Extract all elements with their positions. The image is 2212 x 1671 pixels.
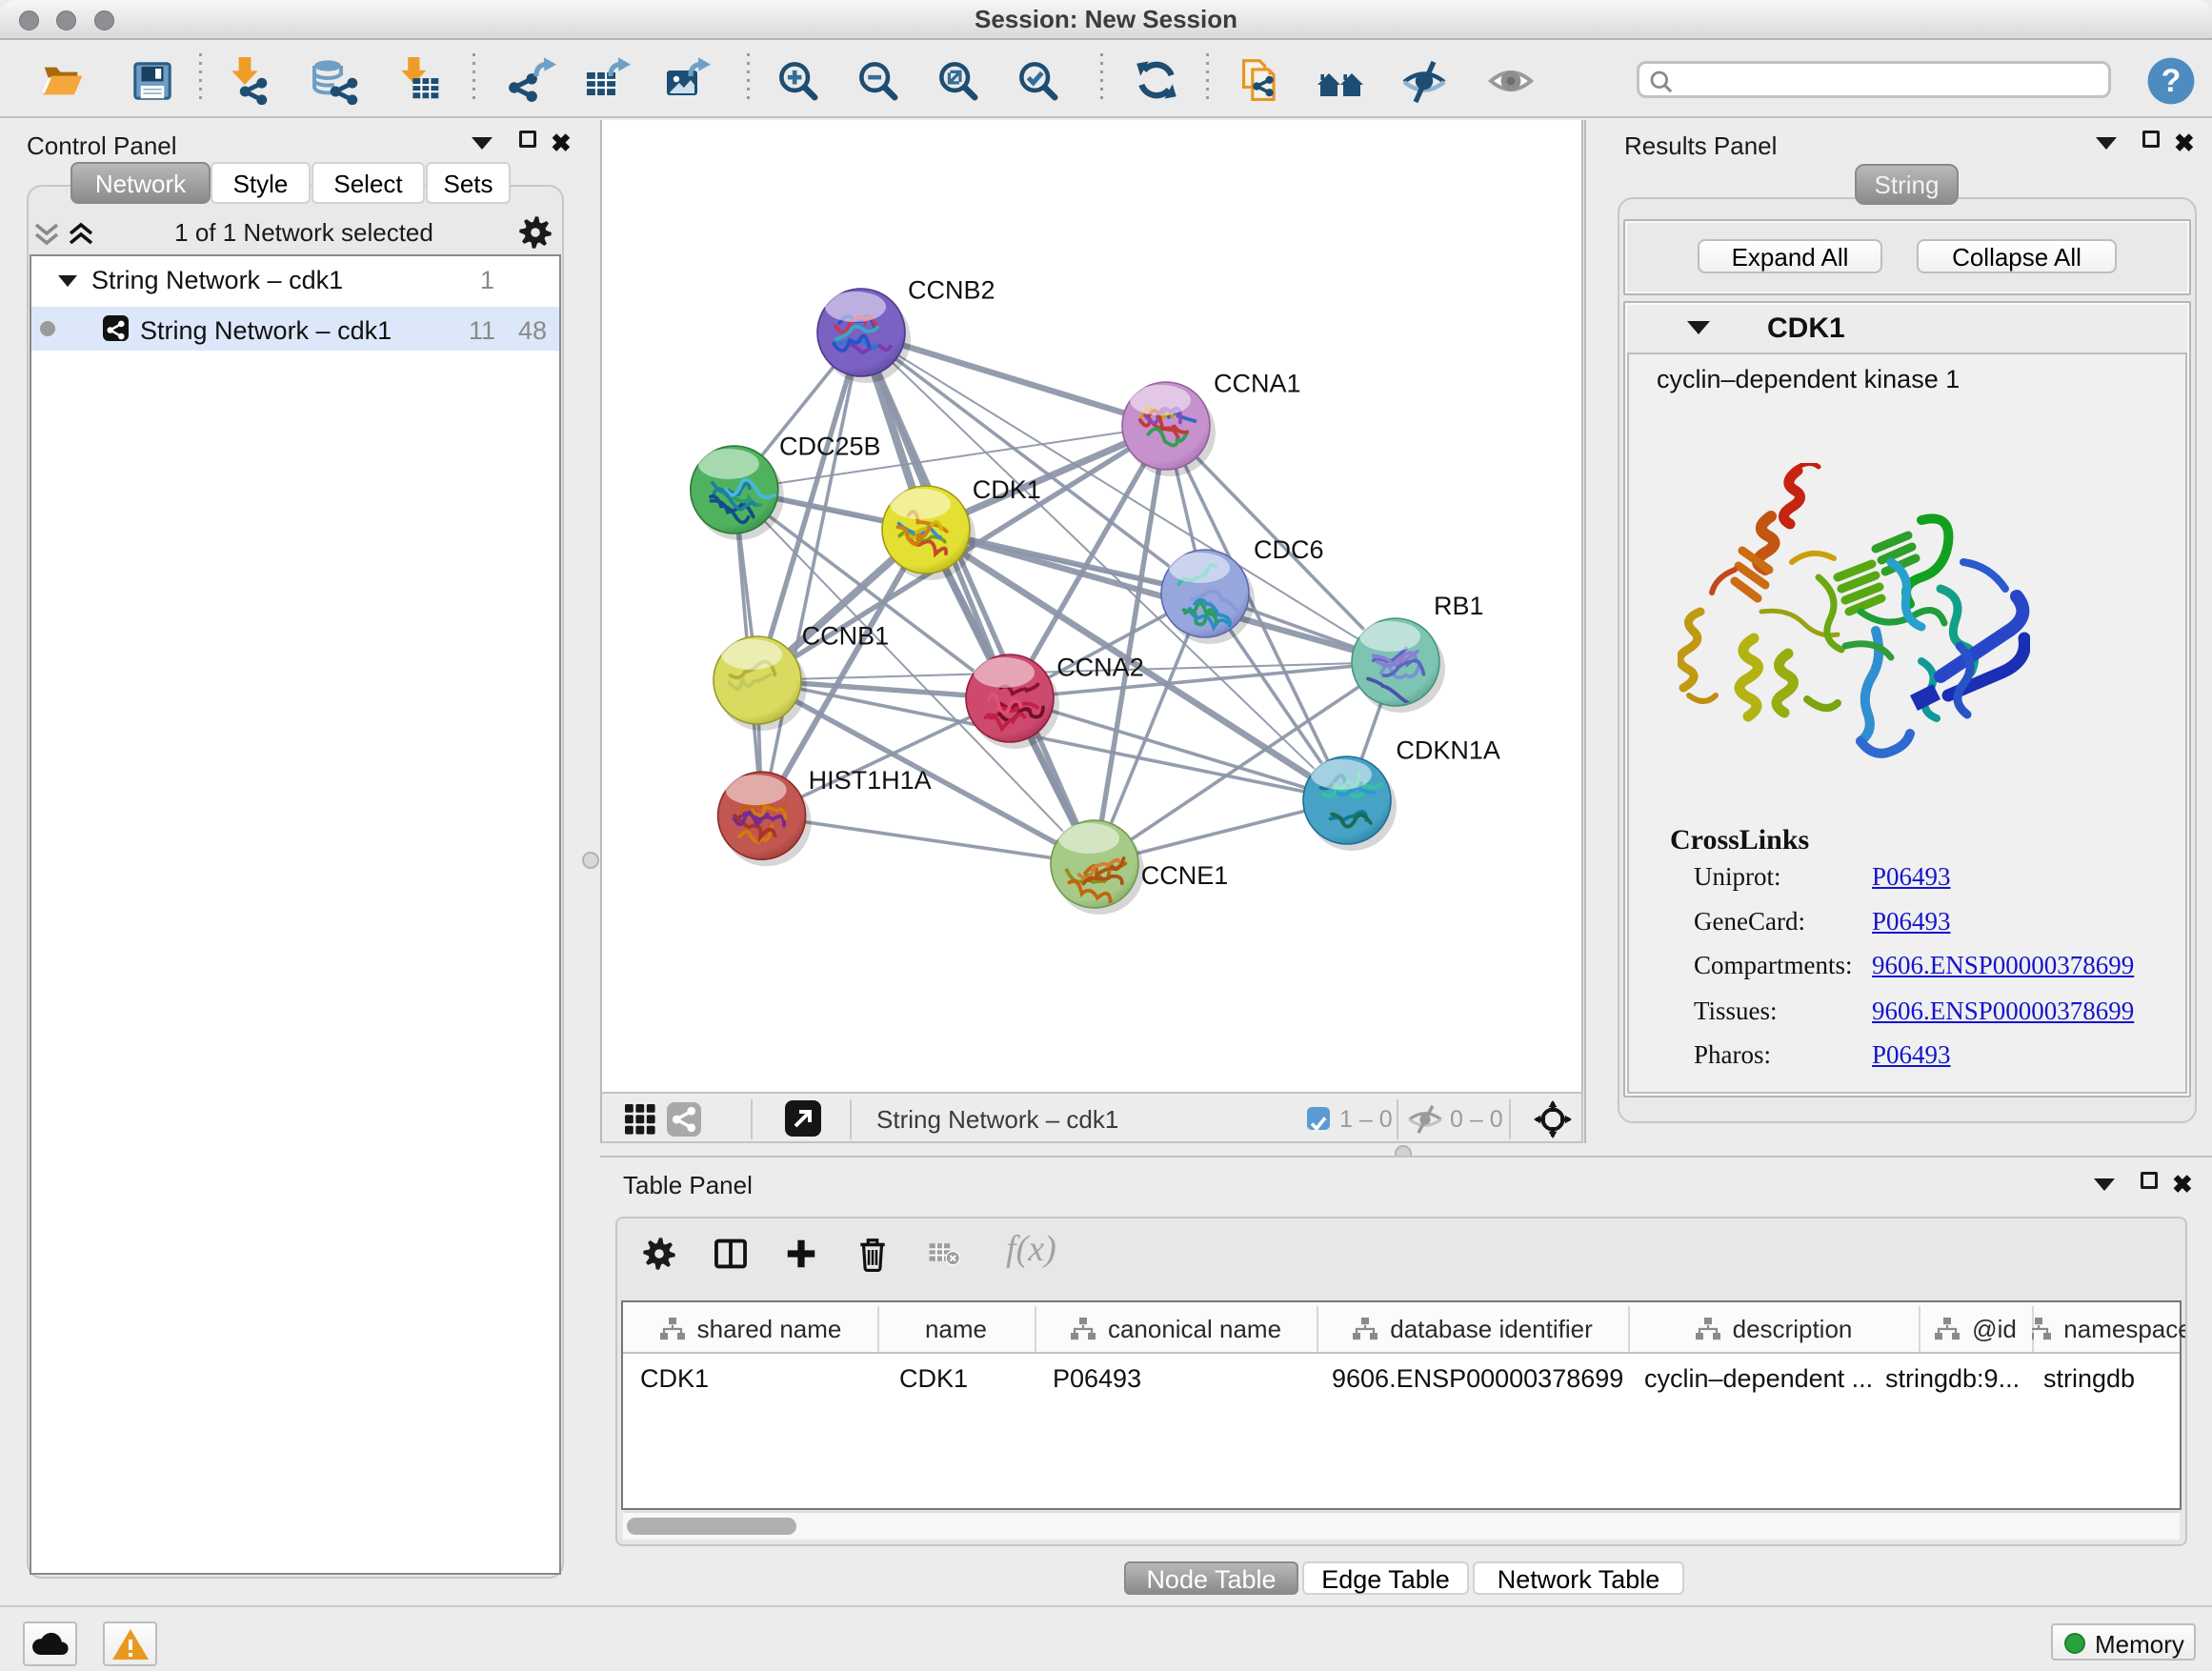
svg-text:CDC6: CDC6 xyxy=(1254,535,1324,564)
svg-text:CDC25B: CDC25B xyxy=(779,432,881,460)
svg-text:RB1: RB1 xyxy=(1434,592,1484,620)
svg-text:CCNA1: CCNA1 xyxy=(1214,369,1301,397)
svg-text:CDKN1A: CDKN1A xyxy=(1396,735,1500,764)
svg-text:CCNB2: CCNB2 xyxy=(908,275,995,304)
svg-text:HIST1H1A: HIST1H1A xyxy=(809,766,932,795)
svg-text:CDK1: CDK1 xyxy=(973,475,1041,504)
svg-text:CCNB1: CCNB1 xyxy=(802,622,890,651)
svg-text:?: ? xyxy=(2162,63,2182,99)
svg-text:CCNA2: CCNA2 xyxy=(1056,653,1144,681)
svg-text:CCNE1: CCNE1 xyxy=(1141,861,1229,890)
